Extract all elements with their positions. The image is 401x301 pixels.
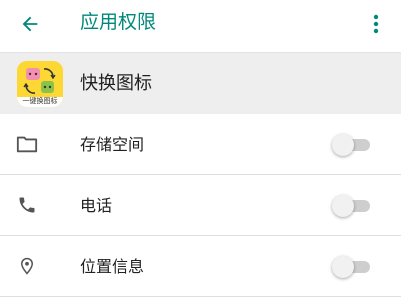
permission-label-storage: 存储空间: [80, 135, 145, 154]
back-button[interactable]: [12, 6, 48, 42]
permission-row-phone[interactable]: 电话: [0, 175, 401, 236]
arrow-left-icon: [22, 16, 38, 32]
app-icon: 一键换图标: [17, 61, 63, 107]
folder-icon: [16, 136, 38, 153]
permission-label-phone: 电话: [80, 196, 113, 215]
permission-row-location[interactable]: 位置信息: [0, 236, 401, 297]
phone-permission-toggle[interactable]: [332, 195, 372, 217]
storage-permission-toggle[interactable]: [332, 134, 372, 156]
location-permission-toggle[interactable]: [332, 256, 372, 278]
permission-list: 存储空间 电话 位置信息: [0, 114, 401, 297]
page-title: 应用权限: [80, 11, 157, 33]
location-pin-icon: [20, 257, 34, 275]
toggle-thumb: [332, 134, 354, 156]
app-name: 快换图标: [80, 73, 152, 94]
toggle-thumb: [332, 195, 354, 217]
app-info-header: 一键换图标 快换图标: [0, 52, 401, 114]
app-bar: 应用权限: [0, 0, 401, 48]
app-icon-caption: 一键换图标: [22, 97, 58, 105]
toggle-thumb: [332, 256, 354, 278]
permission-label-location: 位置信息: [80, 257, 145, 276]
more-vert-icon: [373, 14, 379, 34]
more-options-button[interactable]: [360, 6, 392, 42]
phone-icon: [19, 197, 35, 213]
permission-row-storage[interactable]: 存储空间: [0, 114, 401, 175]
